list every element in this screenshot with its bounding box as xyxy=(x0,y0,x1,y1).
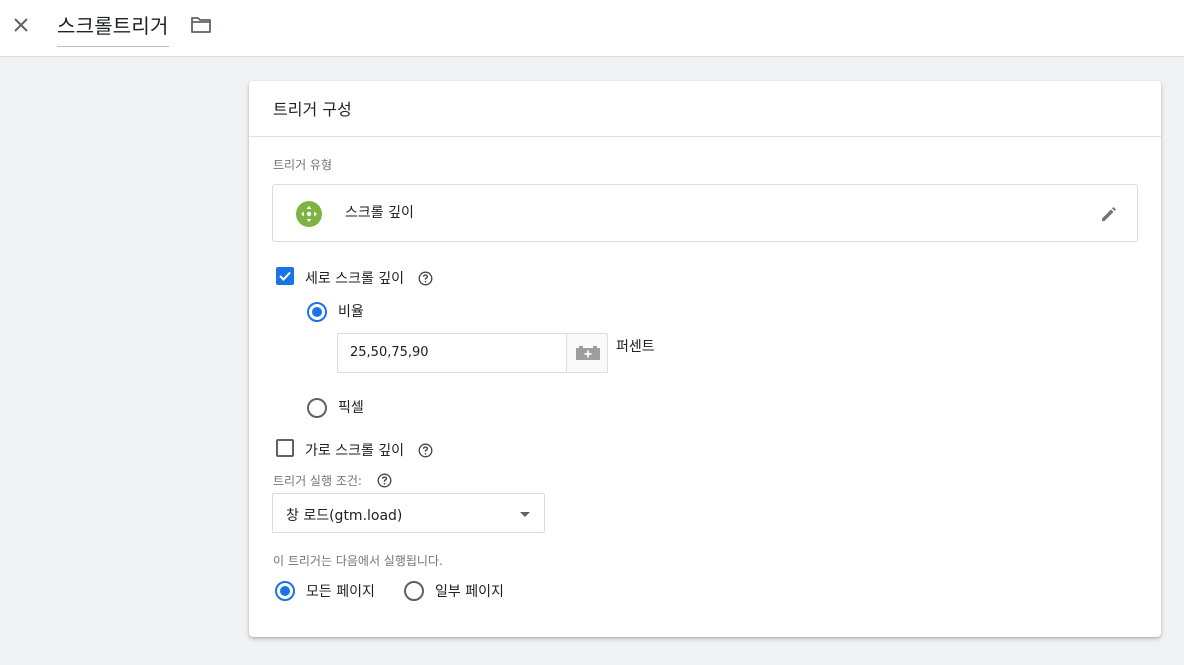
percentages-input[interactable]: 25,50,75,90 xyxy=(337,333,567,373)
help-icon[interactable] xyxy=(377,473,392,488)
card-title: 트리거 구성 xyxy=(249,81,1161,137)
vertical-scroll-label: 세로 스크롤 깊이 xyxy=(305,271,405,287)
trigger-config-card: 트리거 구성 트리거 유형 스크롤 깊이 세로 스크롤 깊이 비율 25,50,… xyxy=(249,81,1161,637)
add-variable-icon[interactable] xyxy=(566,333,608,373)
percent-unit-label: 퍼센트 xyxy=(616,339,655,355)
fire-on-value: 창 로드(gtm.load) xyxy=(286,508,403,524)
help-icon[interactable] xyxy=(418,443,433,458)
ratio-radio[interactable] xyxy=(307,302,327,322)
pencil-icon[interactable] xyxy=(1098,203,1120,225)
trigger-type-selector[interactable]: 스크롤 깊이 xyxy=(272,184,1138,242)
fire-on-select[interactable]: 창 로드(gtm.load) xyxy=(272,493,545,533)
vertical-scroll-checkbox[interactable] xyxy=(276,267,294,285)
some-pages-label: 일부 페이지 xyxy=(435,584,504,600)
some-pages-radio[interactable] xyxy=(404,581,424,601)
pixels-radio[interactable] xyxy=(307,398,327,418)
close-icon[interactable] xyxy=(10,14,32,36)
top-bar: 스크롤트리거 xyxy=(0,0,1184,57)
all-pages-radio[interactable] xyxy=(275,581,295,601)
horizontal-scroll-label: 가로 스크롤 깊이 xyxy=(305,443,405,459)
horizontal-scroll-checkbox[interactable] xyxy=(276,439,294,457)
dropdown-arrow-icon xyxy=(520,512,530,517)
all-pages-label: 모든 페이지 xyxy=(306,584,375,600)
folder-icon[interactable] xyxy=(190,15,212,35)
help-icon[interactable] xyxy=(418,271,433,286)
pixels-label: 픽셀 xyxy=(338,400,364,416)
runs-on-label: 이 트리거는 다음에서 실행됩니다. xyxy=(273,554,443,568)
trigger-name-field[interactable]: 스크롤트리거 xyxy=(57,10,169,47)
fire-on-label: 트리거 실행 조건: xyxy=(273,474,362,488)
trigger-type-label: 트리거 유형 xyxy=(273,158,333,172)
scroll-move-icon xyxy=(296,201,322,227)
trigger-type-name: 스크롤 깊이 xyxy=(345,205,414,221)
ratio-label: 비율 xyxy=(338,304,364,320)
